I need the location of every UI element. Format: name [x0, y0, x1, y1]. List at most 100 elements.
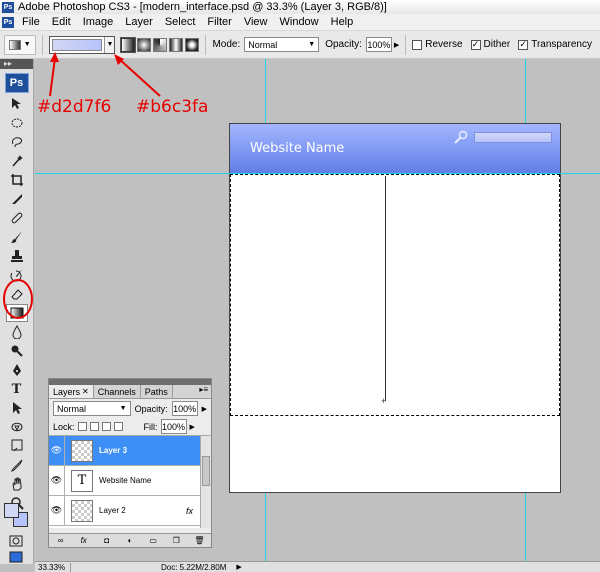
- blur-tool[interactable]: [6, 323, 28, 341]
- marquee-tool[interactable]: [6, 114, 28, 132]
- gradient-picker[interactable]: ▼: [48, 35, 116, 54]
- lock-transparent-button[interactable]: [77, 422, 87, 431]
- lock-position-button[interactable]: [101, 422, 111, 431]
- lock-label: Lock:: [53, 421, 75, 432]
- photoshop-menu-icon[interactable]: Ps: [2, 16, 14, 28]
- chevron-right-icon[interactable]: ▶: [394, 41, 399, 49]
- panel-tabs: Layers ✕ Channels Paths ▸≡: [49, 385, 211, 399]
- brush-tool[interactable]: [6, 228, 28, 246]
- zoom-level[interactable]: 33.33%: [35, 562, 71, 572]
- fx-icon[interactable]: fx: [186, 506, 193, 516]
- chevron-right-icon[interactable]: ▶: [202, 405, 207, 413]
- foreground-color-swatch[interactable]: [4, 503, 19, 518]
- menu-view[interactable]: View: [238, 16, 274, 28]
- eye-icon[interactable]: 👁: [49, 495, 65, 526]
- title-bar: Ps Adobe Photoshop CS3 - [modern_interfa…: [0, 0, 600, 14]
- reverse-checkbox[interactable]: [412, 39, 423, 50]
- guide-horizontal[interactable]: [35, 173, 600, 174]
- trash-icon[interactable]: 🗑: [194, 536, 204, 545]
- menu-filter[interactable]: Filter: [201, 16, 237, 28]
- crop-tool[interactable]: [6, 171, 28, 189]
- tool-preset-picker[interactable]: ▼: [4, 34, 36, 55]
- hand-tool[interactable]: [6, 475, 28, 493]
- pen-tool[interactable]: [6, 361, 28, 379]
- reflected-gradient-button[interactable]: [169, 37, 184, 52]
- chevron-down-icon[interactable]: ▼: [104, 36, 115, 53]
- toolbox-header[interactable]: ▸▸: [0, 59, 33, 69]
- layer-name: Layer 3: [99, 446, 128, 455]
- gradient-icon: [10, 307, 23, 319]
- notes-tool[interactable]: [6, 437, 28, 455]
- eye-icon[interactable]: 👁: [49, 436, 65, 466]
- opacity-input[interactable]: 100%: [365, 37, 392, 52]
- angle-gradient-button[interactable]: [153, 37, 168, 52]
- menu-select[interactable]: Select: [159, 16, 202, 28]
- chevron-right-icon[interactable]: ▶: [190, 423, 195, 431]
- chevron-down-icon: ▼: [119, 405, 127, 412]
- ps-logo[interactable]: Ps: [4, 73, 29, 93]
- collapse-icon[interactable]: ▸▸: [4, 60, 12, 68]
- scrollbar-thumb[interactable]: [202, 456, 210, 486]
- layer-opacity-value: 100%: [173, 403, 197, 414]
- dither-checkbox[interactable]: ✓: [470, 39, 481, 50]
- screen-mode-button[interactable]: [5, 548, 27, 566]
- layers-scrollbar[interactable]: [200, 436, 211, 528]
- site-title: Website Name: [250, 141, 345, 156]
- move-tool[interactable]: [6, 95, 28, 113]
- tab-layers-label: Layers: [53, 386, 81, 397]
- close-icon[interactable]: ✕: [82, 387, 89, 396]
- slice-tool[interactable]: [6, 190, 28, 208]
- layer-opacity-input[interactable]: 100%: [171, 401, 198, 416]
- layer-row-layer-2[interactable]: 👁 Layer 2 fx: [49, 495, 201, 526]
- chevron-down-icon: ▼: [308, 41, 316, 48]
- menu-image[interactable]: Image: [77, 16, 120, 28]
- history-brush-tool[interactable]: [6, 266, 28, 284]
- lock-all-button[interactable]: [113, 422, 123, 431]
- add-style-icon[interactable]: fx: [79, 536, 89, 545]
- menu-edit[interactable]: Edit: [46, 16, 77, 28]
- radial-gradient-button[interactable]: [137, 37, 152, 52]
- lasso-tool[interactable]: [6, 133, 28, 151]
- linear-gradient-button[interactable]: [120, 36, 137, 53]
- lock-pixels-button[interactable]: [89, 422, 99, 431]
- tab-channels[interactable]: Channels: [94, 385, 141, 398]
- menu-window[interactable]: Window: [274, 16, 325, 28]
- eraser-tool[interactable]: [6, 285, 28, 303]
- new-group-icon[interactable]: ▭: [148, 536, 158, 545]
- fill-input[interactable]: 100%: [160, 419, 187, 434]
- healing-brush-tool[interactable]: [6, 209, 28, 227]
- document-canvas[interactable]: Website Name +: [229, 123, 561, 493]
- menu-layer[interactable]: Layer: [119, 16, 159, 28]
- tab-paths[interactable]: Paths: [141, 385, 173, 398]
- diamond-gradient-button[interactable]: [185, 37, 200, 52]
- blend-mode-select[interactable]: Normal ▼: [53, 401, 131, 416]
- new-layer-icon[interactable]: ❐: [171, 536, 181, 545]
- layer-row-website-name[interactable]: 👁 T Website Name: [49, 465, 201, 496]
- panel-menu-icon[interactable]: ▸≡: [196, 385, 211, 398]
- gradient-preview[interactable]: [51, 38, 103, 51]
- dodge-tool[interactable]: [6, 342, 28, 360]
- layer-row-layer-3[interactable]: 👁 Layer 3: [49, 436, 201, 466]
- eyedropper-tool[interactable]: [6, 456, 28, 474]
- tab-layers[interactable]: Layers ✕: [49, 385, 94, 398]
- type-tool[interactable]: T: [6, 380, 28, 398]
- magic-wand-tool[interactable]: [6, 152, 28, 170]
- gradient-tool[interactable]: [5, 304, 28, 322]
- eye-icon[interactable]: 👁: [49, 465, 65, 496]
- transparency-option[interactable]: ✓ Transparency: [518, 39, 592, 50]
- chevron-right-icon[interactable]: ▶: [236, 563, 241, 571]
- menu-help[interactable]: Help: [325, 16, 360, 28]
- clone-stamp-tool[interactable]: [6, 247, 28, 265]
- reverse-option[interactable]: Reverse: [412, 39, 463, 50]
- opacity-value: 100%: [367, 39, 391, 50]
- divider: [41, 34, 43, 55]
- path-selection-tool[interactable]: [6, 399, 28, 417]
- mode-select[interactable]: Normal ▼: [244, 37, 320, 52]
- link-layers-icon[interactable]: ∞: [56, 536, 66, 545]
- menu-file[interactable]: File: [16, 16, 46, 28]
- add-mask-icon[interactable]: ◘: [102, 536, 112, 545]
- transparency-checkbox[interactable]: ✓: [518, 39, 529, 50]
- dither-option[interactable]: ✓ Dither: [470, 39, 510, 50]
- shape-tool[interactable]: [6, 418, 28, 436]
- adjustment-layer-icon[interactable]: ◐: [125, 536, 135, 545]
